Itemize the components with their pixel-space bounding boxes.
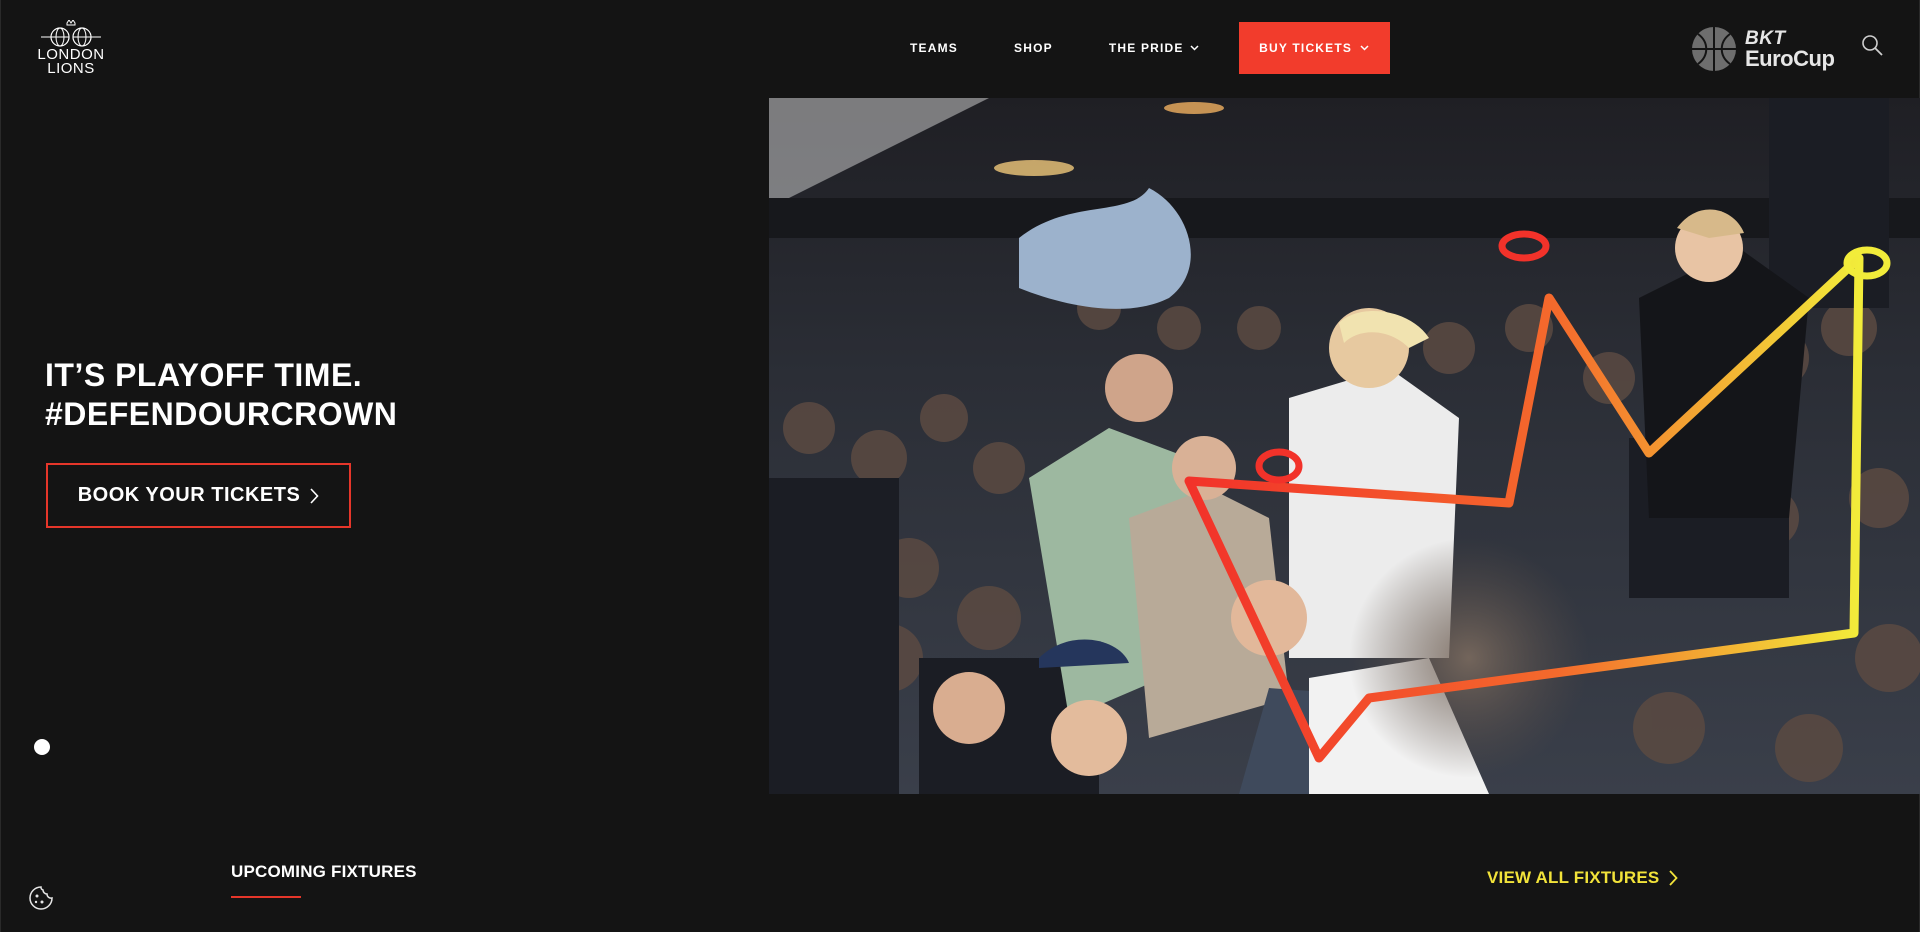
crowd-illustration (769, 98, 1920, 794)
eurocup-logo[interactable]: BKT EuroCup (1691, 22, 1841, 76)
london-lions-logo[interactable]: LONDON LIONS (23, 20, 119, 80)
hero-headline-line1: IT’S PLAYOFF TIME. (45, 357, 363, 393)
book-tickets-label: BOOK YOUR TICKETS (77, 484, 301, 506)
nav-shop[interactable]: SHOP (1014, 41, 1053, 55)
view-all-fixtures-link[interactable]: VIEW ALL FIXTURES (1487, 868, 1679, 888)
chevron-right-icon (1669, 870, 1679, 886)
upcoming-fixtures-heading[interactable]: UPCOMING FIXTURES (231, 862, 417, 882)
hero-crowd-photo (769, 98, 1920, 794)
nav-teams-label: TEAMS (910, 41, 958, 55)
main-nav: TEAMS SHOP THE PRIDE BUY TICKETS (891, 22, 1390, 74)
nav-pride-label: THE PRIDE (1108, 41, 1184, 55)
chevron-down-icon (1360, 45, 1369, 51)
book-tickets-button[interactable]: BOOK YOUR TICKETS (46, 463, 351, 528)
slide-indicator-dot[interactable] (34, 739, 50, 755)
nav-the-pride[interactable]: THE PRIDE (1109, 41, 1199, 55)
buy-tickets-button[interactable]: BUY TICKETS (1238, 22, 1390, 74)
view-all-fixtures-label: VIEW ALL FIXTURES (1487, 868, 1660, 887)
nav-teams[interactable]: TEAMS (910, 41, 958, 55)
basketball-icon (1692, 27, 1736, 71)
nav-shop-label: SHOP (1014, 41, 1053, 55)
logo-text-line2: LIONS (47, 60, 95, 77)
site-header: LONDON LIONS TEAMS SHOP THE PRIDE BUY TI… (1, 0, 1920, 98)
chevron-down-icon (1190, 45, 1199, 51)
active-tab-underline (231, 896, 301, 898)
hero-headline: IT’S PLAYOFF TIME. #DEFENDOURCROWN (45, 356, 397, 434)
lions-crest-icon (41, 20, 101, 47)
page: LONDON LIONS TEAMS SHOP THE PRIDE BUY TI… (0, 0, 1920, 932)
chevron-right-icon (310, 487, 319, 504)
buy-tickets-label: BUY TICKETS (1259, 41, 1353, 55)
search-icon[interactable] (1861, 34, 1883, 56)
cookie-settings-icon[interactable] (28, 885, 54, 911)
partner-eurocup: EuroCup (1745, 46, 1835, 71)
hero-headline-line2: #DEFENDOURCROWN (45, 396, 398, 432)
